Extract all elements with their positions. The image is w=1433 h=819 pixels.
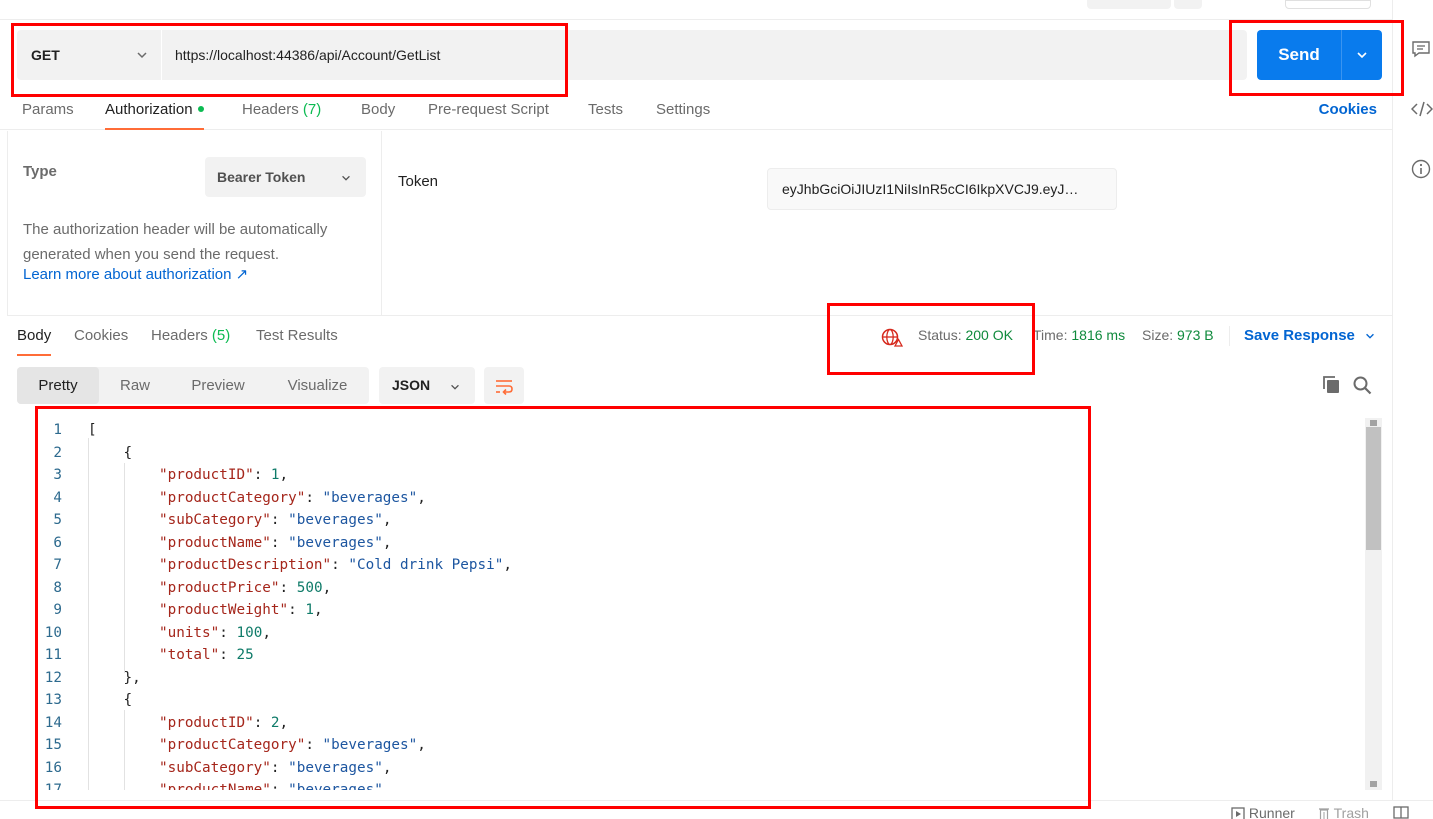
wrap-lines-icon	[496, 379, 513, 395]
tab-count: (5)	[211, 327, 231, 344]
chevron-down-icon	[451, 384, 459, 390]
chevron-down-icon	[342, 175, 350, 181]
meta-divider	[1229, 326, 1230, 346]
tab-label: Authorization	[105, 101, 193, 118]
annotation-send-box	[1229, 20, 1404, 96]
tab-label: Settings	[656, 101, 711, 118]
annotation-status-box	[827, 303, 1035, 375]
tab-count: (7)	[302, 101, 322, 118]
code-icon[interactable]	[1411, 100, 1433, 118]
tab-label: Params	[22, 101, 74, 118]
tab-pre-request-script[interactable]: Pre-request Script	[428, 92, 549, 130]
top-button[interactable]	[1087, 0, 1171, 9]
info-icon[interactable]	[1411, 159, 1431, 179]
learn-more-link[interactable]: Learn more about authorization ↗	[23, 265, 248, 283]
runner-button[interactable]: Runner	[1231, 805, 1295, 819]
auth-type-value: Bearer Token	[217, 169, 306, 185]
view-raw[interactable]: Raw	[102, 367, 168, 404]
size-value: 973 B	[1177, 327, 1214, 343]
annotation-request-box	[11, 23, 568, 97]
time-readout: Time: 1816 ms	[1033, 327, 1125, 343]
tab-test-results[interactable]: Test Results	[256, 318, 338, 356]
scroll-down-arrow[interactable]	[1370, 781, 1377, 787]
trash-label: Trash	[1333, 805, 1369, 819]
top-strip	[0, 0, 1392, 20]
token-input[interactable]: eyJhbGciOiJIUzI1NiIsInR5cCI6IkpXVCJ9.eyJ…	[767, 168, 1117, 210]
view-preview[interactable]: Preview	[178, 367, 258, 404]
tab-response-body[interactable]: Body	[17, 318, 52, 356]
wrap-lines-button[interactable]	[484, 367, 524, 404]
top-toggle[interactable]	[1285, 0, 1371, 9]
scrollbar-thumb[interactable]	[1366, 427, 1381, 550]
runner-icon	[1231, 807, 1245, 819]
scroll-up-arrow[interactable]	[1370, 420, 1377, 426]
runner-label: Runner	[1248, 805, 1295, 819]
search-icon[interactable]	[1352, 375, 1372, 395]
tab-label: Headers	[151, 327, 208, 344]
time-value: 1816 ms	[1071, 327, 1126, 343]
tab-label: Pre-request Script	[428, 101, 549, 118]
auth-type-select[interactable]: Bearer Token	[205, 157, 366, 197]
tab-label: Tests	[588, 101, 624, 118]
comment-icon[interactable]	[1411, 40, 1431, 58]
top-button[interactable]	[1174, 0, 1202, 9]
tab-tests[interactable]: Tests	[588, 92, 623, 130]
save-response-label: Save Response	[1244, 327, 1355, 344]
auth-type-label: Type	[23, 163, 57, 180]
tab-label: Body	[361, 101, 396, 118]
format-select[interactable]: JSON	[379, 367, 475, 404]
tab-response-headers[interactable]: Headers (5)	[151, 318, 230, 356]
format-value: JSON	[392, 377, 431, 393]
chevron-down-icon	[1366, 333, 1374, 339]
cookies-link[interactable]: Cookies	[1319, 92, 1377, 128]
tab-label: Body	[17, 327, 52, 344]
tab-label: Headers	[242, 101, 299, 118]
tab-label: Test Results	[256, 327, 338, 344]
view-pretty[interactable]: Pretty	[17, 367, 99, 404]
two-pane-icon[interactable]	[1393, 806, 1409, 819]
trash-icon	[1319, 808, 1329, 819]
annotation-body-box	[35, 406, 1091, 809]
authorization-panel: Type Bearer Token The authorization head…	[7, 131, 1392, 316]
time-label: Time:	[1033, 327, 1068, 343]
view-mode-selector: Pretty Raw Preview Visualize	[17, 367, 369, 404]
tab-response-cookies[interactable]: Cookies	[74, 318, 128, 356]
postman-window: GET https://localhost:44386/api/Account/…	[0, 0, 1433, 819]
tab-label: Cookies	[74, 327, 129, 344]
auth-description: The authorization header will be automat…	[23, 221, 328, 263]
right-sidebar	[1392, 0, 1433, 800]
token-label: Token	[398, 173, 439, 190]
tab-params[interactable]: Params	[22, 92, 74, 130]
active-dot	[197, 106, 204, 113]
request-tabs: Params Authorization Headers (7) Body Pr…	[0, 92, 1392, 130]
copy-icon[interactable]	[1322, 375, 1342, 395]
size-readout: Size: 973 B	[1142, 327, 1214, 343]
tab-body[interactable]: Body	[361, 92, 395, 130]
tab-authorization[interactable]: Authorization	[105, 92, 204, 130]
size-label: Size:	[1142, 327, 1174, 343]
trash-button[interactable]: Trash	[1318, 805, 1369, 819]
tab-headers[interactable]: Headers (7)	[242, 92, 321, 130]
tab-settings[interactable]: Settings	[656, 92, 710, 130]
auth-divider	[381, 131, 382, 316]
view-visualize[interactable]: Visualize	[273, 367, 362, 404]
save-response-button[interactable]: Save Response	[1244, 327, 1377, 344]
